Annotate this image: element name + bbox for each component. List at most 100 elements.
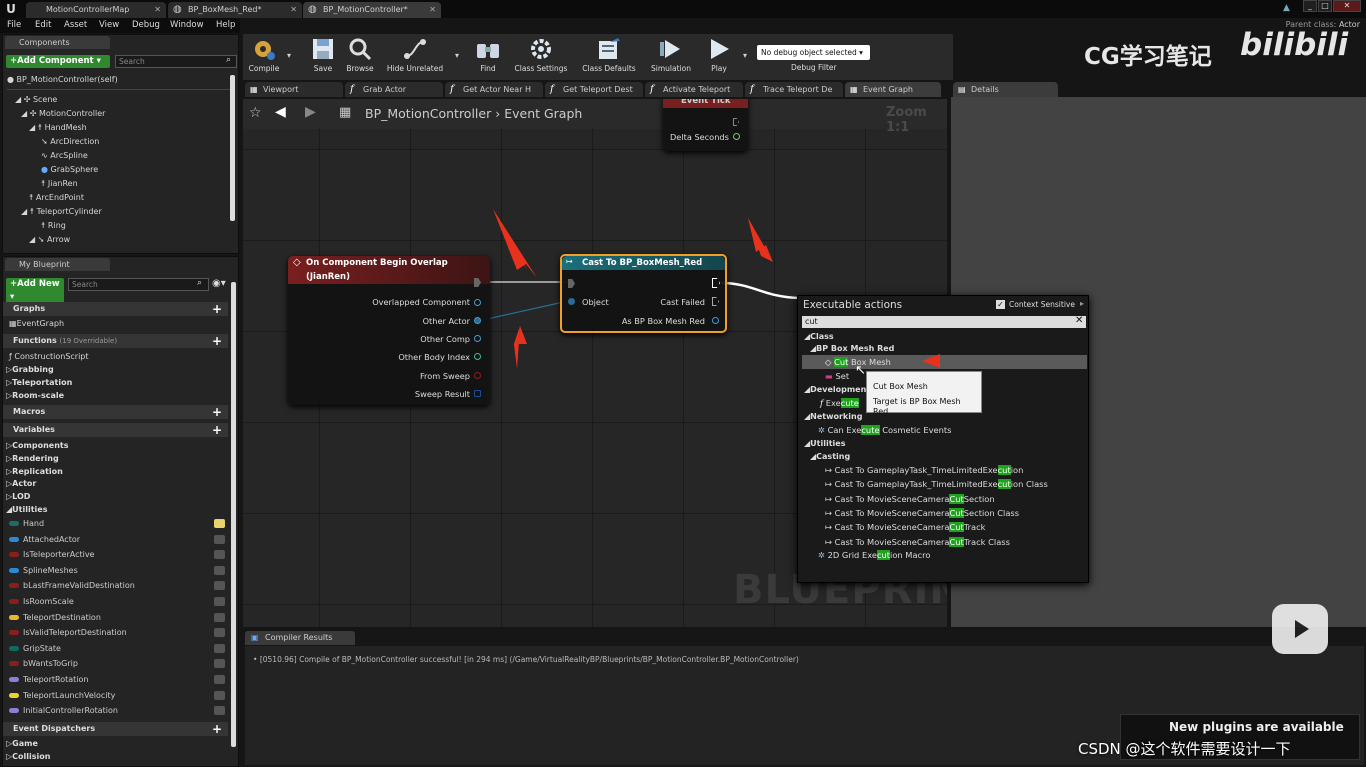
object-pin[interactable]	[712, 317, 719, 324]
tab-get-teleport-destination[interactable]: f Get Teleport Dest	[545, 82, 643, 97]
category-class[interactable]: ◢Class	[804, 332, 834, 341]
function-category-roomscale[interactable]: ▷Room-scale	[6, 391, 64, 400]
scrollbar[interactable]	[231, 282, 236, 747]
visibility-eye-icon[interactable]	[214, 519, 225, 528]
tab-trace-teleport-destination[interactable]: f Trace Teleport De	[745, 82, 843, 97]
tree-item-arcendpoint[interactable]: ☨ ArcEndPoint	[29, 193, 84, 202]
menu-window[interactable]: Window	[170, 20, 204, 30]
close-icon[interactable]: ✕	[290, 2, 297, 18]
exec-pin[interactable]	[733, 118, 739, 126]
components-search-input[interactable]: Search	[115, 55, 237, 68]
dispatcher-category-game[interactable]: ▷Game	[6, 739, 38, 748]
cast-to-boxmesh-node[interactable]: Cast To BP_BoxMesh_Red ↦ Object Cast Fai…	[560, 254, 727, 333]
tree-item-arrow[interactable]: ◢ ➘ Arrow	[29, 235, 70, 244]
close-icon[interactable]: ✕	[154, 2, 161, 18]
exec-out-pin[interactable]	[712, 278, 720, 288]
tree-item-arcdirection[interactable]: ➘ ArcDirection	[41, 137, 99, 146]
visibility-eye-icon[interactable]	[214, 706, 225, 716]
graphs-category[interactable]: Graphs +	[3, 302, 228, 316]
category-bp-box-mesh-red[interactable]: ◢BP Box Mesh Red	[810, 344, 894, 353]
chevron-down-icon[interactable]: ▾	[287, 51, 291, 60]
tree-item-arcspline[interactable]: ∿ ArcSpline	[41, 151, 88, 160]
notification-icon[interactable]: ▲	[1283, 3, 1290, 13]
save-button[interactable]: Save	[306, 36, 340, 73]
visibility-eye-icon[interactable]	[214, 534, 225, 544]
tab-grab-actor[interactable]: f Grab Actor	[345, 82, 443, 97]
category-development[interactable]: ◢Development	[804, 385, 870, 394]
tree-item-teleportcylinder[interactable]: ◢ ☨ TeleportCylinder	[21, 207, 102, 216]
simulation-button[interactable]: Simulation	[647, 36, 695, 73]
class-settings-button[interactable]: Class Settings	[511, 36, 571, 73]
chevron-down-icon[interactable]: ▾	[743, 51, 747, 60]
action-cast-item[interactable]: ↦ Cast To MovieSceneCameraCutTrack	[825, 522, 986, 533]
action-cast-item[interactable]: ↦ Cast To GameplayTask_TimeLimitedExecut…	[825, 479, 1048, 490]
function-item-constructionscript[interactable]: ƒ ConstructionScript	[9, 352, 89, 361]
tree-item-motioncontroller[interactable]: ◢ ✣ MotionController	[21, 109, 105, 118]
tree-item-handmesh[interactable]: ◢ ☨ HandMesh	[29, 123, 87, 132]
variable-category[interactable]: ▷Rendering	[6, 454, 59, 463]
tab-viewport[interactable]: ▦ Viewport	[245, 82, 343, 97]
eye-icon[interactable]: ◉▾	[212, 278, 226, 289]
maximize-button[interactable]: □	[1318, 0, 1332, 12]
struct-pin[interactable]	[474, 390, 481, 397]
class-defaults-button[interactable]: Class Defaults	[578, 36, 640, 73]
action-cast-item[interactable]: ↦ Cast To GameplayTask_TimeLimitedExecut…	[825, 465, 1023, 475]
category-networking[interactable]: ◢Networking	[804, 412, 862, 421]
variable-item[interactable]: InitialControllerRotation	[9, 706, 229, 716]
chevron-right-icon[interactable]: ▸	[1080, 299, 1084, 308]
tree-item-grabsphere[interactable]: ● GrabSphere	[41, 165, 98, 174]
variable-item[interactable]: IsValidTeleportDestination	[9, 628, 229, 638]
variable-item[interactable]: AttachedActor	[9, 534, 229, 544]
functions-category[interactable]: Functions (19 Overridable) +	[3, 334, 228, 348]
variable-item[interactable]: TeleportRotation	[9, 675, 229, 684]
variable-item[interactable]: IsRoomScale	[9, 597, 229, 606]
action-cast-item[interactable]: ↦ Cast To MovieSceneCameraCutSection	[825, 493, 995, 504]
category-utilities[interactable]: ◢Utilities	[804, 439, 845, 448]
object-pin[interactable]	[474, 335, 481, 342]
menu-debug[interactable]: Debug	[132, 20, 160, 30]
play-button[interactable]: Play	[703, 36, 735, 73]
visibility-eye-icon[interactable]	[214, 675, 225, 684]
visibility-eye-icon[interactable]	[214, 612, 225, 622]
minimize-button[interactable]: _	[1303, 0, 1317, 12]
variable-item[interactable]: GripState	[9, 643, 229, 653]
chevron-down-icon[interactable]: ▾	[455, 51, 459, 60]
debug-object-select[interactable]: No debug object selected ▾	[757, 45, 870, 60]
dispatcher-category-collision[interactable]: ▷Collision	[6, 752, 50, 761]
exec-in-pin[interactable]	[568, 279, 575, 288]
menu-asset[interactable]: Asset	[64, 20, 87, 30]
variables-category[interactable]: Variables +	[3, 423, 228, 437]
add-variable-button[interactable]: +	[212, 423, 222, 437]
visibility-eye-icon[interactable]	[214, 690, 225, 700]
exec-pin[interactable]	[712, 297, 719, 306]
tree-item-ring[interactable]: ☨ Ring	[41, 221, 66, 230]
tree-item-jianren[interactable]: ☨ JianRen	[41, 179, 78, 188]
visibility-eye-icon[interactable]	[214, 597, 225, 606]
variable-category[interactable]: ◢Utilities	[6, 505, 47, 514]
function-category-grabbing[interactable]: ▷Grabbing	[6, 365, 54, 374]
self-item[interactable]: ● BP_MotionController(self)	[7, 75, 118, 84]
variable-item[interactable]: TeleportDestination	[9, 612, 229, 622]
float-pin[interactable]	[733, 133, 740, 140]
action-2d-grid-execution-macro[interactable]: ✲ 2D Grid Execution Macro	[818, 550, 930, 560]
clear-search-icon[interactable]: ✕	[1075, 315, 1083, 326]
function-category-teleportation[interactable]: ▷Teleportation	[6, 378, 72, 387]
checkbox-icon[interactable]: ✓	[996, 300, 1005, 309]
tab-bp-motioncontroller[interactable]: ◍ BP_MotionController* ✕	[303, 2, 441, 18]
tab-bp-boxmesh-red[interactable]: ◍ BP_BoxMesh_Red* ✕	[168, 2, 302, 18]
visibility-eye-icon[interactable]	[214, 550, 225, 560]
visibility-eye-icon[interactable]	[214, 643, 225, 653]
menu-view[interactable]: View	[99, 20, 119, 30]
components-tab[interactable]: Components	[5, 36, 110, 49]
tab-motioncontrollermap[interactable]: MotionControllerMap ✕	[26, 2, 166, 18]
int-pin[interactable]	[474, 353, 481, 360]
menu-file[interactable]: File	[7, 20, 21, 30]
variable-item[interactable]: Hand	[9, 519, 229, 528]
variable-category[interactable]: ▷Replication	[6, 467, 63, 476]
add-new-button[interactable]: +Add New ▾	[6, 278, 64, 304]
menu-help[interactable]: Help	[216, 20, 235, 30]
variable-item[interactable]: bLastFrameValidDestination	[9, 581, 229, 591]
tree-item-scene[interactable]: ◢ ✣ Scene	[15, 95, 57, 104]
variable-item[interactable]: SplineMeshes	[9, 565, 229, 575]
scrollbar[interactable]	[230, 75, 235, 221]
